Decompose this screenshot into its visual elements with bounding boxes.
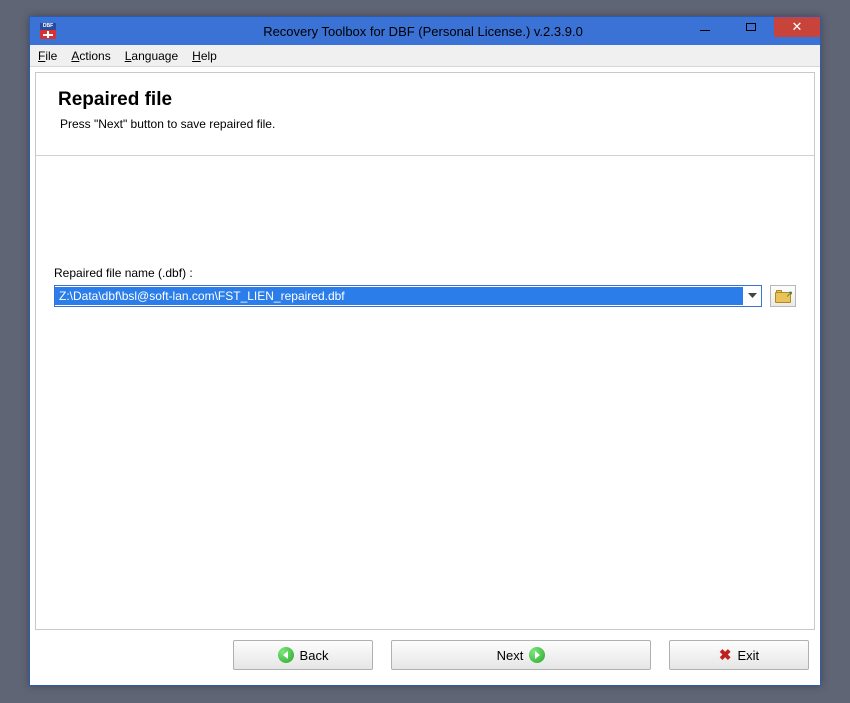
x-icon: ✖ bbox=[719, 648, 732, 663]
menubar: File Actions Language Help bbox=[30, 45, 820, 67]
app-icon: DBF bbox=[40, 23, 56, 39]
application-window: DBF Recovery Toolbox for DBF (Personal L… bbox=[29, 16, 821, 686]
combo-dropdown-button[interactable] bbox=[743, 286, 761, 306]
maximize-button[interactable] bbox=[728, 17, 774, 37]
next-button-label: Next bbox=[497, 648, 524, 663]
folder-open-icon: ↗ bbox=[775, 290, 791, 303]
minimize-icon bbox=[700, 30, 710, 31]
close-icon: ✕ bbox=[792, 19, 803, 35]
chevron-down-icon bbox=[748, 293, 757, 299]
back-button[interactable]: Back bbox=[233, 640, 373, 670]
footer: Back Next ✖ Exit bbox=[35, 635, 815, 675]
titlebar[interactable]: DBF Recovery Toolbox for DBF (Personal L… bbox=[30, 17, 820, 45]
filename-row: ↗ bbox=[54, 285, 796, 307]
next-button[interactable]: Next bbox=[391, 640, 651, 670]
menu-help[interactable]: Help bbox=[192, 49, 217, 63]
menu-actions[interactable]: Actions bbox=[71, 49, 110, 63]
maximize-icon bbox=[746, 23, 756, 31]
close-button[interactable]: ✕ bbox=[774, 17, 820, 37]
exit-button[interactable]: ✖ Exit bbox=[669, 640, 809, 670]
menu-file[interactable]: File bbox=[38, 49, 57, 63]
arrow-left-icon bbox=[278, 647, 294, 663]
header-panel: Repaired file Press "Next" button to sav… bbox=[36, 73, 814, 141]
form-area: Repaired file name (.dbf) : ↗ bbox=[36, 156, 814, 307]
filename-combo[interactable] bbox=[54, 285, 762, 307]
back-button-label: Back bbox=[300, 648, 329, 663]
arrow-right-icon bbox=[529, 647, 545, 663]
filename-label: Repaired file name (.dbf) : bbox=[54, 266, 796, 280]
page-subtitle: Press "Next" button to save repaired fil… bbox=[58, 117, 792, 131]
client-area: Repaired file Press "Next" button to sav… bbox=[35, 72, 815, 630]
browse-button[interactable]: ↗ bbox=[770, 285, 796, 307]
filename-input[interactable] bbox=[55, 287, 743, 305]
menu-language[interactable]: Language bbox=[125, 49, 178, 63]
exit-button-label: Exit bbox=[737, 648, 759, 663]
page-title: Repaired file bbox=[58, 89, 792, 111]
window-controls: ✕ bbox=[682, 17, 820, 37]
minimize-button[interactable] bbox=[682, 17, 728, 37]
